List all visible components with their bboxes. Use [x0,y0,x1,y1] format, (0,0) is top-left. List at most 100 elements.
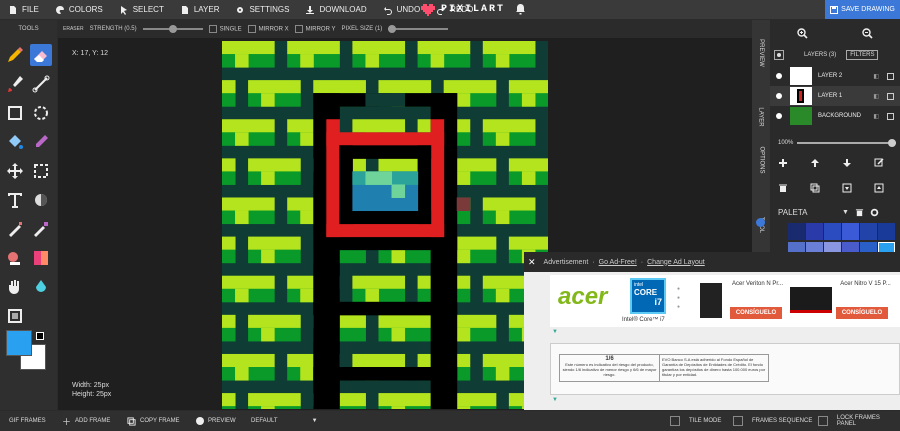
filters-button[interactable]: FILTERS [846,50,879,60]
menu-file[interactable]: FILE [0,5,47,15]
move-down-icon[interactable] [842,158,852,168]
preview-button[interactable]: PREVIEW [196,417,236,425]
layer-lock-icon[interactable]: ◧ [873,73,879,80]
primary-color[interactable] [6,330,32,356]
add-icon[interactable] [778,158,788,168]
tool-droplet[interactable] [30,276,52,298]
pixel-size-slider[interactable] [388,25,449,33]
menu-layer[interactable]: LAYER [172,5,228,15]
tool-crop[interactable] [4,305,26,327]
tool-eyedropper[interactable] [30,131,52,153]
tool-circle-select[interactable] [30,102,52,124]
single-toggle[interactable]: SINGLE [208,25,242,33]
veriton-cta-button[interactable]: CONSÍGUELO [730,307,782,319]
layer-row[interactable]: LAYER 1 ◧ [770,86,900,106]
layer-select-checkbox[interactable] [887,72,894,80]
drawing-canvas[interactable] [222,41,548,409]
menu-settings[interactable]: SETTINGS [227,5,297,15]
merge-down-icon[interactable] [842,183,852,193]
ad-choice-icon[interactable]: ▼ [552,329,558,335]
ad-choice-icon-2[interactable]: ▼ [552,397,558,403]
tool-move[interactable] [4,160,26,182]
layer-visibility-icon[interactable] [776,73,782,79]
brick-highlight [521,171,536,185]
brick-top [222,275,275,290]
menu-download[interactable]: DOWNLOAD [297,5,374,15]
tool-stamp[interactable] [4,247,26,269]
menu-colors[interactable]: COLORS [47,5,111,15]
layer-visibility-icon[interactable] [776,113,782,119]
tool-select-rect[interactable] [30,160,52,182]
brick-highlight [456,327,471,342]
palette-swatch[interactable] [806,223,823,240]
tool-magic-wand[interactable] [30,218,52,240]
save-icon [830,5,839,14]
tool-rectangle[interactable] [4,102,26,124]
palette-swatch[interactable] [842,223,859,240]
pixel-size-slider-knob[interactable] [388,25,397,33]
layer-select-checkbox[interactable] [887,92,894,100]
frames-sequence-toggle[interactable]: FRAMES SEQUENCE [733,416,812,426]
bank-banner[interactable]: 1/6 Este número es indicativo del riesgo… [550,343,900,395]
ad-close-icon[interactable]: ✕ [528,257,536,268]
lock-frames-panel-toggle[interactable]: LOCK FRAMES PANEL [818,415,900,427]
move-up-icon[interactable] [810,158,820,168]
zoom-out-icon[interactable] [862,27,873,39]
mirror-y-toggle[interactable]: MIRROR Y [294,25,336,33]
palette-dropdown-icon[interactable]: ▼ [842,209,849,216]
menu-select[interactable]: SELECT [111,5,172,15]
add-layer-button[interactable] [774,50,784,60]
zoom-in-icon[interactable] [797,27,808,39]
layer-name: LAYER 2 [818,73,843,79]
layer-lock-icon[interactable]: ◧ [873,93,879,100]
layer-row[interactable]: LAYER 2 ◧ [770,66,900,86]
tool-text[interactable] [4,189,26,211]
nitro-cta-button[interactable]: CONSÍGUELO [836,307,888,319]
lock-frames-panel-label: LOCK FRAMES PANEL [836,415,880,427]
brick-top [222,119,275,133]
copy-frame-button[interactable]: COPY FRAME [127,416,180,426]
notifications-bell-icon[interactable] [515,3,526,15]
palette-swatch[interactable] [824,223,841,240]
palette-swatch[interactable] [878,223,895,240]
layer-select-checkbox[interactable] [887,112,894,120]
tool-hand[interactable] [4,276,26,298]
mirror-x-toggle[interactable]: MIRROR X [247,25,289,33]
pixilart-logo[interactable]: PIXILART [421,0,505,19]
tool-line[interactable] [30,73,52,95]
layer-visibility-icon[interactable] [776,93,782,99]
tool-brush[interactable] [4,73,26,95]
tool-pencil[interactable] [4,44,26,66]
change-ad-layout-link[interactable]: Change Ad Layout [647,259,705,266]
go-ad-free-link[interactable]: Go Ad-Free! [599,259,637,266]
tool-fill-bucket[interactable] [4,131,26,153]
delete-icon[interactable] [778,183,788,193]
add-frame-button[interactable]: ＋ ADD FRAME [62,415,110,428]
palette-swatch[interactable] [788,223,805,240]
speed-select[interactable]: DEFAULT ▼ [251,418,318,424]
acer-banner[interactable]: acer intel CORE i7 Intel® Core™ i7 ● ● ● A… [550,275,900,327]
tool-shade[interactable] [30,189,52,211]
tool-eraser[interactable] [30,44,52,66]
opacity-slider[interactable] [797,139,896,147]
palette-delete-icon[interactable] [855,208,864,217]
layer-row[interactable]: BACKGROUND ◧ [770,106,900,126]
strength-slider[interactable] [142,25,203,33]
palette-swatch[interactable] [860,223,877,240]
strength-slider-knob[interactable] [168,25,177,33]
tile-mode-toggle[interactable]: TILE MODE [670,416,721,426]
tool-dither[interactable] [4,218,26,240]
layer-lock-icon[interactable]: ◧ [873,113,879,120]
tool-gradient[interactable] [30,247,52,269]
swap-colors-icon[interactable] [36,332,44,340]
carousel-dots[interactable]: ● ● ● [677,285,681,312]
duplicate-icon[interactable] [810,183,820,193]
brick-highlight [391,249,406,264]
brush-icon [8,76,23,92]
palette-settings-icon[interactable] [870,208,879,217]
tab-options[interactable]: OPTIONS [752,135,770,185]
save-drawing-button[interactable]: SAVE DRAWING [825,0,900,19]
merge-up-icon[interactable] [874,183,884,193]
tab-preview[interactable]: PREVIEW [752,28,770,78]
edit-icon[interactable] [874,158,884,168]
